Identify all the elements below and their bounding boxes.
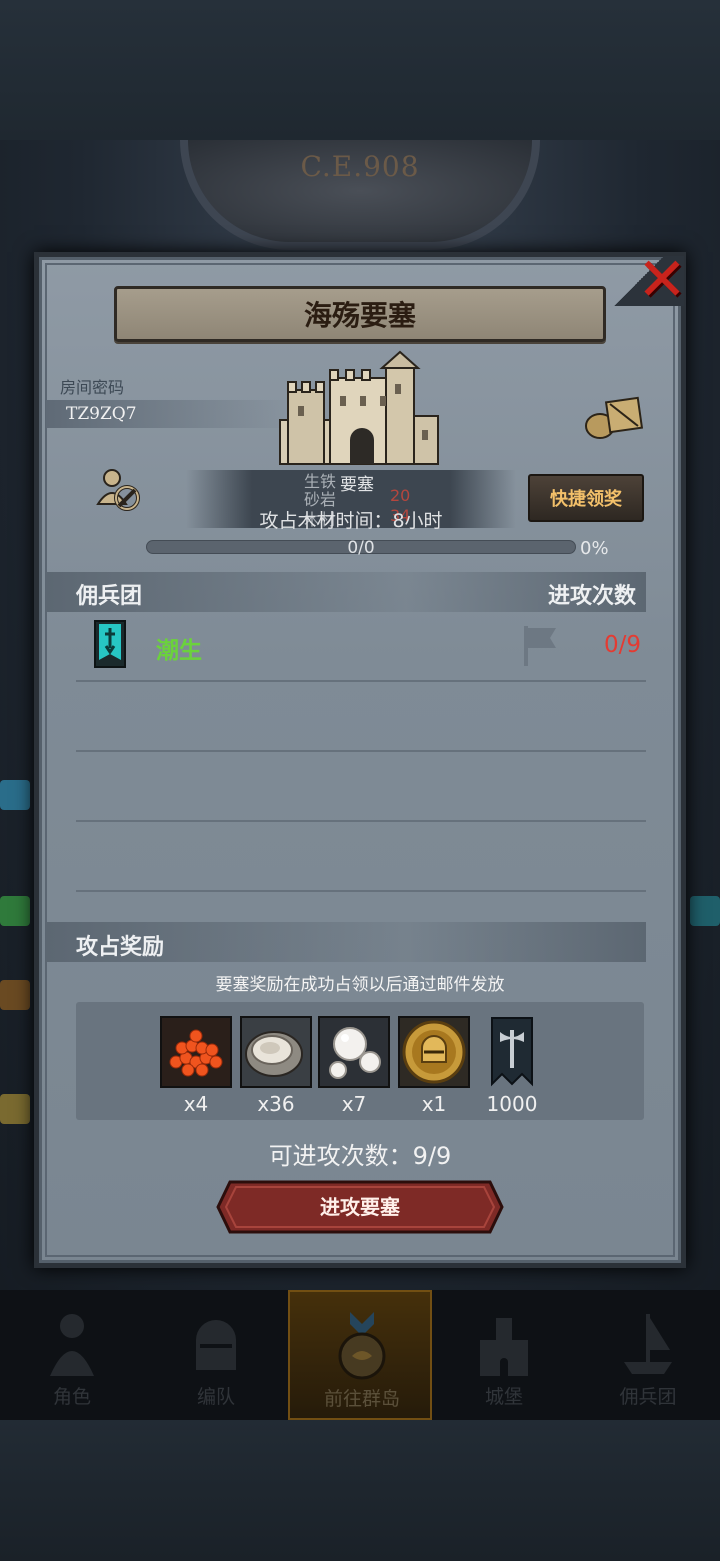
row-divider bbox=[76, 820, 646, 822]
room-code-label: 房间密码 bbox=[60, 378, 125, 397]
rewards-note: 要塞奖励在成功占领以后通过邮件发放 bbox=[215, 975, 505, 995]
close-icon: ✕ bbox=[636, 245, 688, 315]
bottom-empty-area bbox=[0, 1420, 720, 1561]
formation-helmet-icon bbox=[196, 1320, 236, 1370]
quick-claim-button[interactable]: 快捷领奖 bbox=[528, 474, 644, 522]
nav-tab-character[interactable]: 角色 bbox=[0, 1290, 144, 1420]
row-divider bbox=[76, 890, 646, 892]
axe-banner-icon bbox=[491, 1017, 533, 1087]
roe-icon bbox=[169, 1029, 223, 1077]
reward-item-helmet-coin[interactable] bbox=[398, 1016, 470, 1088]
mercenary-ship-icon bbox=[624, 1314, 672, 1374]
reward-qty: x7 bbox=[341, 1092, 367, 1116]
reward-item-banner[interactable] bbox=[476, 1016, 548, 1088]
knight-icon bbox=[50, 1314, 94, 1376]
nav-tab-mercenary[interactable]: 佣兵团 bbox=[576, 1290, 720, 1420]
side-button-left-2 bbox=[0, 896, 30, 926]
quick-claim-label: 快捷领奖 bbox=[550, 489, 622, 510]
reward-item-roe[interactable] bbox=[160, 1016, 232, 1088]
close-button[interactable]: ✕ bbox=[634, 245, 690, 315]
dialog-title: 海殇要塞 bbox=[303, 299, 416, 332]
pearl-icon bbox=[329, 1027, 381, 1079]
nav-label: 城堡 bbox=[484, 1386, 523, 1408]
nav-tab-islands[interactable]: 前往群岛 bbox=[288, 1290, 432, 1420]
nav-tab-castle[interactable]: 城堡 bbox=[432, 1290, 576, 1420]
occupy-progress-count: 0/0 bbox=[347, 538, 375, 558]
attack-button-label: 进攻要塞 bbox=[320, 1195, 400, 1219]
row-divider bbox=[76, 680, 646, 682]
mercenary-attack-count: 0/9 bbox=[604, 632, 642, 658]
rewards-section-title: 攻占奖励 bbox=[76, 935, 165, 960]
player-block-icon[interactable] bbox=[96, 466, 142, 512]
fortress-icon bbox=[279, 350, 439, 465]
reward-qty: x36 bbox=[257, 1092, 295, 1116]
flag-icon bbox=[524, 626, 556, 666]
reward-qty: x1 bbox=[421, 1092, 447, 1116]
mercenary-name[interactable]: 潮生 bbox=[156, 631, 202, 665]
nav-label: 前往群岛 bbox=[323, 1388, 400, 1410]
top-status-area bbox=[0, 0, 720, 140]
supply-crate-icon[interactable] bbox=[584, 392, 644, 440]
nav-label: 佣兵团 bbox=[619, 1386, 677, 1408]
attacks-remaining: 可进攻次数：9/9 bbox=[268, 1142, 452, 1170]
occupy-progress-percent: 0% bbox=[580, 538, 609, 559]
nav-label: 编队 bbox=[196, 1386, 235, 1408]
knight-helmet-coin-icon bbox=[402, 1020, 466, 1084]
capture-time: 攻占木材时间：8小时 bbox=[259, 510, 443, 532]
reward-item-pearl[interactable] bbox=[318, 1016, 390, 1088]
row-divider bbox=[76, 750, 646, 752]
overlay-text-fortress: 要塞 bbox=[340, 475, 374, 495]
reward-item-oyster[interactable] bbox=[240, 1016, 312, 1088]
nav-label: 角色 bbox=[52, 1386, 91, 1408]
mercenary-banner-icon bbox=[94, 620, 126, 668]
dialog-title-banner: 海殇要塞 bbox=[114, 286, 606, 342]
era-label: C.E.908 bbox=[300, 150, 420, 183]
side-button-left-4 bbox=[0, 1094, 30, 1124]
attack-fortress-button[interactable]: 进攻要塞 bbox=[216, 1180, 504, 1234]
nav-tab-formation[interactable]: 编队 bbox=[144, 1290, 288, 1420]
side-button-right-1 bbox=[690, 896, 720, 926]
reward-qty: 1000 bbox=[486, 1092, 538, 1116]
side-button-left-1 bbox=[0, 780, 30, 810]
mercenary-section-title: 佣兵团 bbox=[76, 584, 143, 609]
reward-qty: x4 bbox=[183, 1092, 209, 1116]
attacks-column-header: 进攻次数 bbox=[548, 584, 637, 609]
castle-icon bbox=[480, 1318, 528, 1376]
oyster-icon bbox=[245, 1031, 303, 1077]
room-code[interactable]: TZ9ZQ7 bbox=[66, 404, 137, 424]
island-compass-icon bbox=[338, 1312, 386, 1380]
overlay-text-sandstone-value: 20 bbox=[390, 486, 411, 505]
